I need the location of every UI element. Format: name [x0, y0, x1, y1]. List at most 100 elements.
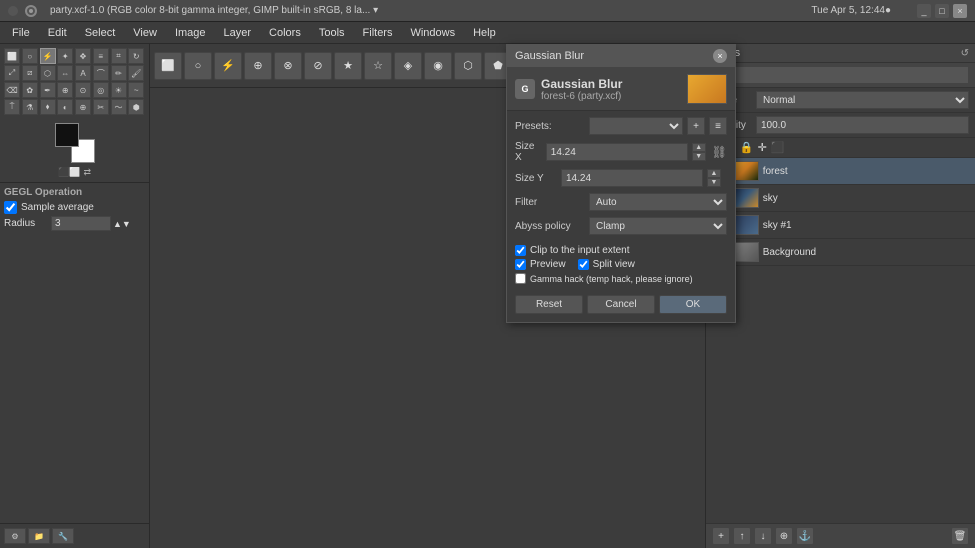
- foreground-background-colors[interactable]: [55, 123, 95, 163]
- tool-blend[interactable]: ◐: [57, 99, 73, 115]
- size-x-input[interactable]: [546, 143, 688, 161]
- menu-colors[interactable]: Colors: [261, 25, 309, 41]
- menu-select[interactable]: Select: [77, 25, 124, 41]
- presets-add-button[interactable]: +: [687, 117, 705, 135]
- tool-eraser[interactable]: ⌫: [4, 82, 20, 98]
- layers-filter-input[interactable]: [712, 66, 969, 84]
- radius-input[interactable]: [51, 216, 111, 231]
- tool-rotate[interactable]: ↻: [128, 48, 144, 64]
- menu-file[interactable]: File: [4, 25, 38, 41]
- layer-item-background[interactable]: 👁 Background: [706, 239, 975, 266]
- tool-scissors[interactable]: ✂: [93, 99, 109, 115]
- tool-colorsample[interactable]: ⚗: [22, 99, 38, 115]
- option-icon-6[interactable]: ⊘: [304, 52, 332, 80]
- size-x-spinner[interactable]: ▲ ▼: [692, 143, 706, 161]
- duplicate-layer-button[interactable]: ⊕: [775, 527, 793, 545]
- layer-item-sky[interactable]: 👁 sky: [706, 185, 975, 212]
- tool-paintbrush[interactable]: 🖌: [128, 65, 144, 81]
- tool-airbrush[interactable]: ✿: [22, 82, 38, 98]
- tool-free-select[interactable]: ⚡: [40, 48, 56, 64]
- tool-ellipse-select[interactable]: ○: [22, 48, 38, 64]
- tool-measure[interactable]: ⍑: [4, 99, 20, 115]
- swap-colors[interactable]: ⇄: [83, 167, 91, 178]
- menu-edit[interactable]: Edit: [40, 25, 75, 41]
- tool-flip[interactable]: ⇔: [57, 65, 73, 81]
- tool-pencil[interactable]: ✏: [111, 65, 127, 81]
- window-buttons[interactable]: _ □ ×: [917, 4, 967, 18]
- presets-select[interactable]: [589, 117, 683, 135]
- reset-colors[interactable]: ⬛⬜: [58, 167, 80, 178]
- size-y-up[interactable]: ▲: [707, 169, 721, 178]
- tool-scale[interactable]: ⤢: [4, 65, 20, 81]
- tool-crop[interactable]: ⌗: [111, 48, 127, 64]
- radius-spinner[interactable]: ▲▼: [113, 219, 131, 229]
- option-icon-5[interactable]: ⊗: [274, 52, 302, 80]
- option-icon-9[interactable]: ◈: [394, 52, 422, 80]
- minimize-button[interactable]: _: [917, 4, 931, 18]
- gb-close-button[interactable]: ×: [713, 49, 727, 63]
- opacity-input[interactable]: [756, 116, 969, 134]
- close-button[interactable]: ×: [953, 4, 967, 18]
- lower-layer-button[interactable]: ↓: [754, 527, 772, 545]
- clip-checkbox[interactable]: [515, 245, 526, 256]
- sample-average-checkbox[interactable]: [4, 201, 17, 214]
- lock-pixels-icon[interactable]: 🔒: [740, 141, 754, 154]
- tool-bucket[interactable]: ⬧: [40, 99, 56, 115]
- layer-item-sky1[interactable]: 👁 sky #1: [706, 212, 975, 239]
- gamma-checkbox[interactable]: [515, 273, 526, 284]
- option-icon-10[interactable]: ◉: [424, 52, 452, 80]
- reset-button[interactable]: Reset: [515, 295, 583, 314]
- menu-windows[interactable]: Windows: [402, 25, 463, 41]
- tool-fuzzy-select[interactable]: ✦: [57, 48, 73, 64]
- option-icon-4[interactable]: ⊕: [244, 52, 272, 80]
- size-x-up[interactable]: ▲: [692, 143, 706, 152]
- tool-config[interactable]: ⚙: [4, 528, 26, 544]
- split-checkbox[interactable]: [578, 259, 589, 270]
- menu-tools[interactable]: Tools: [311, 25, 353, 41]
- foreground-color[interactable]: [55, 123, 79, 147]
- menu-layer[interactable]: Layer: [216, 25, 260, 41]
- tool-text[interactable]: A: [75, 65, 91, 81]
- menu-image[interactable]: Image: [167, 25, 214, 41]
- tool-zoom[interactable]: ⊕: [75, 99, 91, 115]
- layer-item-forest[interactable]: 👁 forest: [706, 158, 975, 185]
- menu-view[interactable]: View: [125, 25, 165, 41]
- option-icon-3[interactable]: ⚡: [214, 52, 242, 80]
- size-y-spinner[interactable]: ▲ ▼: [707, 169, 721, 187]
- sample-average-check[interactable]: Sample average: [4, 201, 145, 214]
- tool-rect-select[interactable]: ⬜: [4, 48, 20, 64]
- paths-refresh-button[interactable]: ↺: [961, 48, 969, 59]
- cancel-button[interactable]: Cancel: [587, 295, 655, 314]
- maximize-button[interactable]: □: [935, 4, 949, 18]
- size-x-down[interactable]: ▼: [692, 152, 706, 161]
- raise-layer-button[interactable]: ↑: [733, 527, 751, 545]
- presets-menu-button[interactable]: ≡: [709, 117, 727, 135]
- tool-cage[interactable]: ⬢: [128, 99, 144, 115]
- tool-snap[interactable]: 🔧: [52, 528, 74, 544]
- preview-checkbox[interactable]: [515, 259, 526, 270]
- filter-select[interactable]: Auto RLE IIR: [589, 193, 727, 211]
- tool-ink[interactable]: ✒: [40, 82, 56, 98]
- chain-link[interactable]: ⛓: [712, 145, 727, 159]
- tool-warp[interactable]: 〜: [111, 99, 127, 115]
- tool-blur[interactable]: ◎: [93, 82, 109, 98]
- delete-layer-button[interactable]: 🗑: [951, 527, 969, 545]
- abyss-select[interactable]: Clamp None Loop: [589, 217, 727, 235]
- ok-button[interactable]: OK: [659, 295, 727, 314]
- tool-paths[interactable]: ⌒: [93, 65, 109, 81]
- tool-perspective[interactable]: ⬡: [40, 65, 56, 81]
- option-icon-2[interactable]: ○: [184, 52, 212, 80]
- lock-position-icon[interactable]: ✛: [758, 141, 767, 154]
- option-icon-7[interactable]: ★: [334, 52, 362, 80]
- mode-select[interactable]: Normal Multiply Screen Overlay: [756, 91, 969, 109]
- anchor-layer-button[interactable]: ⚓: [796, 527, 814, 545]
- size-y-down[interactable]: ▼: [707, 178, 721, 187]
- tool-heal[interactable]: ⊕: [57, 82, 73, 98]
- tool-move[interactable]: ✥: [75, 48, 91, 64]
- lock-alpha-icon[interactable]: ⬛: [771, 141, 785, 154]
- tool-clone[interactable]: ⊙: [75, 82, 91, 98]
- tool-dodge[interactable]: ☀: [111, 82, 127, 98]
- option-icon-8[interactable]: ☆: [364, 52, 392, 80]
- size-y-input[interactable]: [561, 169, 703, 187]
- menu-help[interactable]: Help: [465, 25, 504, 41]
